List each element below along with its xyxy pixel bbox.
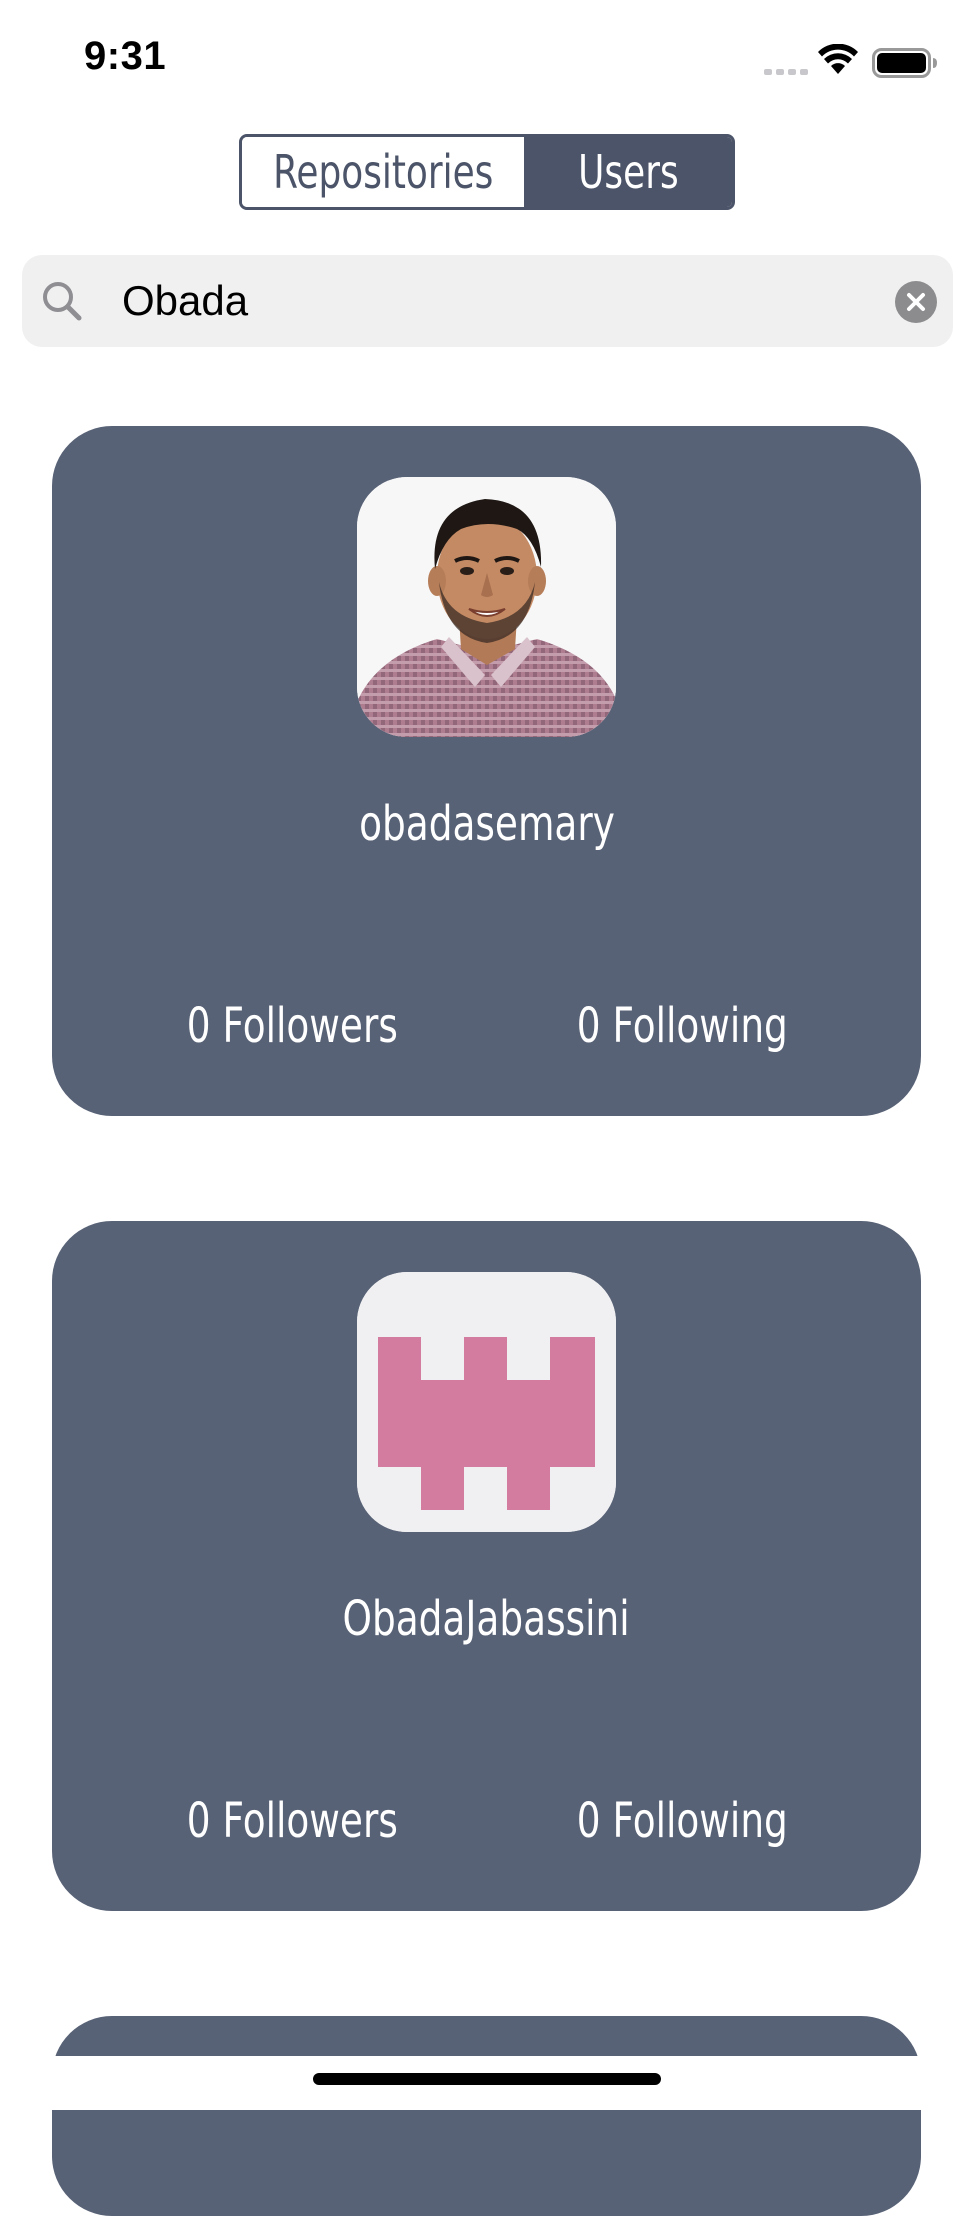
user-card[interactable]: ObadaJabassini 0 Followers 0 Following — [52, 1221, 921, 1911]
identicon-icon — [357, 1272, 616, 1532]
segment-repositories[interactable]: Repositories — [242, 137, 525, 207]
following-label: 0 Following — [576, 1793, 788, 1849]
user-card[interactable]: obadasemary 0 Followers 0 Following — [52, 426, 921, 1116]
search-icon — [43, 282, 82, 321]
clear-search-button[interactable] — [895, 281, 937, 323]
avatar — [357, 477, 616, 737]
followers-label: 0 Followers — [186, 1793, 398, 1849]
search-input[interactable] — [98, 255, 878, 347]
avatar — [357, 1272, 616, 1532]
segment-users[interactable]: Users — [524, 137, 732, 207]
home-indicator[interactable] — [313, 2073, 661, 2085]
status-time: 9:31 — [84, 34, 167, 78]
following-count: 0 Following — [532, 998, 832, 1054]
profile-photo-icon — [357, 477, 616, 737]
wifi-icon — [818, 44, 858, 74]
segment-users-label: Users — [577, 145, 679, 199]
followers-label: 0 Followers — [186, 998, 398, 1054]
followers-count: 0 Followers — [142, 998, 442, 1054]
username-label: ObadaJabassini — [342, 1591, 631, 1647]
username: ObadaJabassini — [52, 1591, 921, 1647]
search-type-segmented-control[interactable]: Repositories Users — [239, 134, 735, 210]
close-icon — [907, 293, 925, 311]
followers-count: 0 Followers — [142, 1793, 442, 1849]
user-card[interactable] — [52, 2016, 921, 2216]
search-bar[interactable] — [22, 255, 953, 347]
following-count: 0 Following — [532, 1793, 832, 1849]
cellular-signal-icon — [764, 69, 808, 75]
status-bar: 9:31 — [0, 0, 974, 120]
following-label: 0 Following — [576, 998, 788, 1054]
segment-repositories-label: Repositories — [273, 145, 494, 199]
username: obadasemary — [52, 796, 921, 852]
username-label: obadasemary — [358, 796, 615, 852]
battery-icon — [872, 48, 937, 78]
